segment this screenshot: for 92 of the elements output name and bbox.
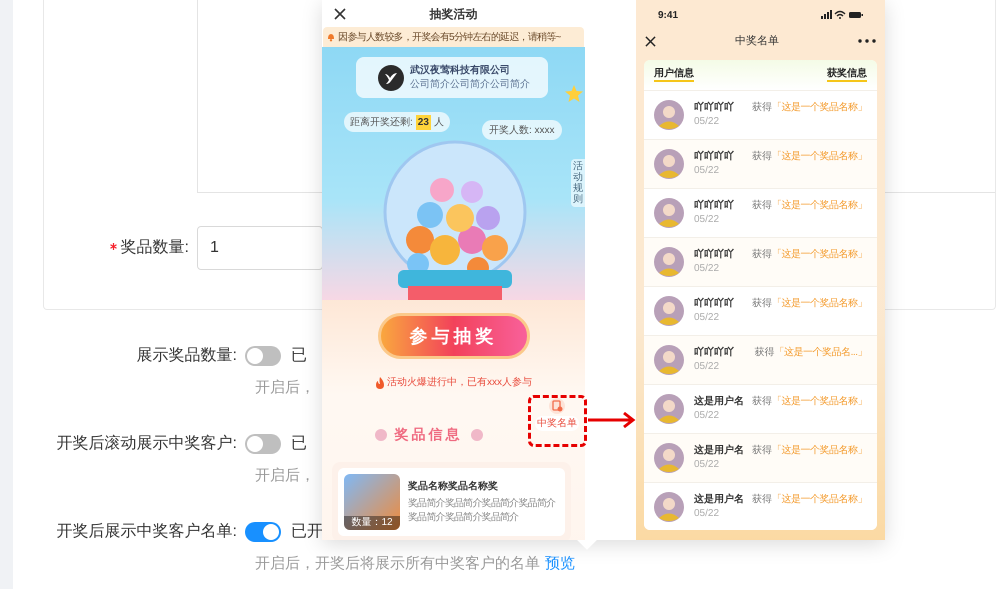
switch-status: 已 bbox=[291, 346, 307, 366]
field-label: 开奖后展示中奖客户名单: bbox=[56, 522, 238, 542]
user-name: 吖吖吖吖 bbox=[694, 199, 735, 213]
won-label: 获得 bbox=[752, 150, 772, 164]
close-icon bbox=[334, 8, 346, 20]
avatar-icon bbox=[654, 100, 684, 130]
prize-name: 「这是一个奖品名称」 bbox=[772, 394, 867, 409]
logo-icon bbox=[378, 64, 404, 90]
company-name: 武汉夜莺科技有限公司 bbox=[410, 64, 511, 78]
column-header: 获奖信息 bbox=[827, 68, 867, 82]
company-intro: 公司简介公司简介公司简介 bbox=[410, 78, 530, 92]
won-label: 获得 bbox=[752, 492, 772, 507]
switch-status: 已 bbox=[291, 434, 307, 454]
dot-icon bbox=[470, 428, 482, 440]
field-label: 展示奖品数量: bbox=[136, 346, 238, 366]
prize-name: 「这是一个奖品名称」 bbox=[772, 248, 867, 262]
switch-status: 已开 bbox=[291, 522, 323, 542]
user-name: 这是用户名 bbox=[694, 444, 745, 458]
close-icon bbox=[645, 36, 656, 46]
field-label: 奖品数量: bbox=[120, 238, 189, 258]
user-name: 吖吖吖吖 bbox=[694, 101, 735, 115]
status-time: 9:41 bbox=[658, 8, 678, 22]
countdown-number: 23 bbox=[416, 114, 431, 130]
toggle-switch[interactable] bbox=[245, 346, 281, 366]
avatar-icon bbox=[654, 345, 684, 375]
avatar-icon bbox=[654, 198, 684, 228]
win-date: 05/22 bbox=[694, 164, 720, 178]
prize-name: 「这是一个奖品名称」 bbox=[772, 296, 867, 311]
more-icon bbox=[858, 39, 876, 43]
join-lottery-button[interactable]: 参与抽奖 bbox=[378, 313, 530, 359]
star-icon bbox=[565, 85, 583, 103]
avatar-icon bbox=[654, 149, 684, 179]
countdown-unit: 人 bbox=[434, 116, 444, 130]
win-date: 05/22 bbox=[694, 311, 720, 325]
status-icons bbox=[821, 10, 863, 20]
draw-count-bubble: 开奖人数: xxxx bbox=[482, 120, 562, 140]
user-name: 这是用户名 bbox=[694, 395, 745, 409]
highlight-frame bbox=[528, 395, 587, 447]
won-label: 获得 bbox=[752, 444, 772, 458]
win-date: 05/22 bbox=[694, 360, 720, 374]
avatar-icon bbox=[654, 247, 684, 277]
prize-name: 「这是一个奖品名...」 bbox=[774, 346, 867, 360]
page-title: 抽奖活动 bbox=[428, 6, 478, 22]
won-label: 获得 bbox=[752, 296, 772, 311]
list-icon bbox=[549, 398, 565, 414]
preview-link[interactable]: 预览 bbox=[545, 552, 575, 576]
prize-description: 奖品简介奖品简介奖品简介奖品简介奖品简介奖品简介奖品简介 bbox=[408, 497, 556, 525]
hint-text: 开启后， bbox=[255, 378, 315, 398]
activity-status-text: 活动火爆进行中，已有xxx人参与 bbox=[387, 376, 532, 390]
hint-text: 开启后，开奖后将展示所有中奖客户的名单 bbox=[255, 554, 540, 574]
win-date: 05/22 bbox=[694, 409, 720, 423]
avatar-icon bbox=[654, 394, 684, 424]
section-heading: 奖品信息 bbox=[394, 425, 462, 444]
win-date: 05/22 bbox=[694, 458, 720, 472]
prize-name: 「这是一个奖品名称」 bbox=[772, 198, 867, 213]
arrow-icon bbox=[588, 411, 636, 429]
user-name: 吖吖吖吖 bbox=[694, 248, 735, 262]
won-label: 获得 bbox=[752, 248, 772, 262]
won-label: 获得 bbox=[752, 394, 772, 409]
column-header: 用户信息 bbox=[654, 68, 694, 82]
prize-name: 「这是一个奖品名称」 bbox=[772, 444, 867, 458]
win-date: 05/22 bbox=[694, 115, 720, 129]
won-label: 获得 bbox=[752, 100, 772, 115]
prize-name: 「这是一个奖品名称」 bbox=[772, 100, 867, 115]
prize-name: 奖品名称奖品名称奖 bbox=[408, 480, 499, 494]
user-name: 吖吖吖吖 bbox=[694, 297, 735, 311]
prize-name: 「这是一个奖品名称」 bbox=[772, 492, 867, 507]
countdown-label: 距离开奖还剩: bbox=[350, 116, 413, 130]
won-label: 获得 bbox=[752, 198, 772, 213]
field-label: 开奖后滚动展示中奖客户: bbox=[56, 434, 238, 454]
avatar-icon bbox=[654, 296, 684, 326]
rules-tab[interactable]: 活动规则 bbox=[571, 159, 585, 207]
bell-icon bbox=[326, 32, 336, 42]
hint-text: 开启后， bbox=[255, 466, 315, 486]
prize-name: 「这是一个奖品名称」 bbox=[772, 150, 867, 164]
user-name: 这是用户名 bbox=[694, 493, 745, 507]
fire-icon bbox=[375, 376, 385, 388]
winner-list-button[interactable]: 中奖名单 bbox=[535, 416, 579, 431]
win-date: 05/22 bbox=[694, 262, 720, 276]
prize-quantity: 数量：12 bbox=[344, 516, 400, 530]
won-label: 获得 bbox=[754, 346, 775, 360]
user-name: 吖吖吖吖 bbox=[694, 346, 735, 360]
avatar-icon bbox=[654, 492, 684, 522]
avatar-icon bbox=[654, 443, 684, 473]
win-date: 05/22 bbox=[694, 507, 720, 521]
win-date: 05/22 bbox=[694, 213, 720, 227]
dot-icon bbox=[374, 428, 386, 440]
page-title: 中奖名单 bbox=[734, 34, 780, 49]
toggle-switch[interactable] bbox=[245, 522, 281, 542]
toggle-switch[interactable] bbox=[245, 434, 281, 454]
user-name: 吖吖吖吖 bbox=[694, 150, 735, 164]
notice-text: 因参与人数较多，开奖会有5分钟左右的延迟，请稍等~ bbox=[338, 30, 561, 44]
